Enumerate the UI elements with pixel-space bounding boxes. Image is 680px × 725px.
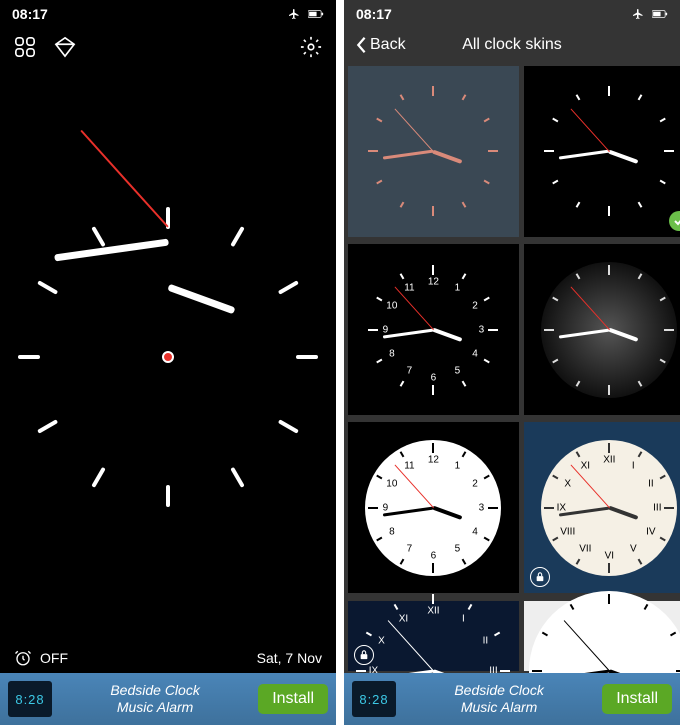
ad-text: Bedside ClockMusic Alarm: [60, 682, 250, 716]
status-time: 08:17: [356, 6, 392, 22]
skin-option-2[interactable]: 121234567891011: [348, 244, 519, 415]
skin-option-0[interactable]: [348, 66, 519, 237]
screen-main: 08:17 OFF Sat, 7 Nov 8:28 Bedside ClockM…: [0, 0, 336, 725]
date-label: Sat, 7 Nov: [257, 650, 322, 666]
ad-text: Bedside ClockMusic Alarm: [404, 682, 594, 716]
ad-banner[interactable]: 8:28 Bedside ClockMusic Alarm Install: [344, 673, 680, 725]
settings-icon[interactable]: [300, 36, 322, 63]
premium-icon[interactable]: [54, 36, 76, 63]
ad-banner[interactable]: 8:28 Bedside ClockMusic Alarm Install: [0, 673, 336, 725]
skin-option-3[interactable]: [524, 244, 680, 415]
skin-option-7[interactable]: [524, 601, 680, 671]
skin-option-1[interactable]: [524, 66, 680, 237]
back-label: Back: [370, 36, 406, 54]
skin-option-6[interactable]: XIIIIIIIIIVVVIVIIVIIIIXXXI: [348, 601, 519, 671]
status-icons: [630, 8, 668, 20]
nav-bar: Back All clock skins: [344, 24, 680, 66]
alarm-toggle[interactable]: OFF: [14, 649, 68, 667]
ad-app-icon: 8:28: [8, 681, 52, 717]
battery-icon: [308, 8, 324, 20]
ad-app-icon: 8:28: [352, 681, 396, 717]
airplane-mode-icon: [630, 8, 646, 20]
screen-skins: 08:17 Back All clock skins 1212345678910…: [344, 0, 680, 725]
status-bar: 08:17: [344, 0, 680, 24]
locked-badge: [354, 645, 374, 665]
skin-option-5[interactable]: XIIIIIIIIIVVVIVIIVIIIIXXXI: [524, 422, 680, 593]
status-bar: 08:17: [0, 0, 336, 24]
chevron-left-icon: [354, 36, 368, 54]
main-clock[interactable]: [0, 75, 336, 639]
status-icons: [286, 8, 324, 20]
ad-install-button[interactable]: Install: [602, 684, 672, 714]
alarm-icon: [14, 649, 32, 667]
skin-grid: 121234567891011121234567891011XIIIIIIIII…: [344, 66, 680, 673]
ad-install-button[interactable]: Install: [258, 684, 328, 714]
bottom-bar: OFF Sat, 7 Nov: [0, 639, 336, 673]
alarm-status-label: OFF: [40, 650, 68, 666]
toolbar: [0, 24, 336, 75]
back-button[interactable]: Back: [354, 36, 406, 54]
status-time: 08:17: [12, 6, 48, 22]
airplane-mode-icon: [286, 8, 302, 20]
battery-icon: [652, 8, 668, 20]
skins-icon[interactable]: [14, 36, 36, 63]
skin-option-4[interactable]: 121234567891011: [348, 422, 519, 593]
